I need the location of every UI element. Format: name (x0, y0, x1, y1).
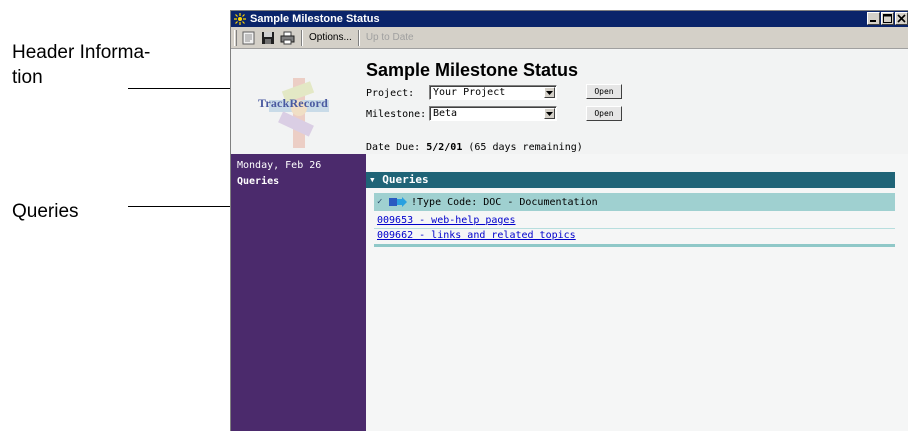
trackrecord-logo (269, 78, 329, 148)
query-item-link[interactable]: 009653 - web-help pages (374, 214, 895, 228)
project-label: Project: (366, 88, 415, 99)
logo-text: TrackRecord (258, 96, 328, 110)
close-icon[interactable] (895, 12, 908, 25)
maximize-icon[interactable] (881, 12, 894, 25)
up-to-date-button[interactable]: Up to Date (363, 32, 417, 43)
main-panel: ▾ Queries ✓ !Type Code: DOC - Documentat… (366, 154, 908, 431)
milestone-open-button[interactable]: Open (586, 106, 622, 121)
app-window: Sample Milestone Status Options... Up to… (230, 10, 908, 431)
queries-header-label: Queries (382, 173, 429, 186)
toolbar-separator (301, 29, 303, 46)
page-title: Sample Milestone Status (366, 60, 579, 80)
date-due-label: Date Due: (366, 142, 421, 153)
query-arrow-icon (389, 197, 407, 207)
date-due-line: Date Due: 5/2/01 (65 days remaining) (366, 142, 583, 153)
project-open-button[interactable]: Open (586, 84, 622, 99)
project-select-value: Your Project (433, 87, 506, 98)
title-bar[interactable]: Sample Milestone Status (231, 11, 908, 27)
sidebar: Monday, Feb 26 Queries (231, 154, 366, 431)
callout-header-line1: Header Informa- (12, 42, 151, 63)
chevron-down-icon[interactable] (544, 87, 555, 98)
window-controls (866, 12, 908, 25)
window-title: Sample Milestone Status (250, 13, 380, 25)
query-group-row[interactable]: ✓ !Type Code: DOC - Documentation (374, 193, 895, 211)
milestone-select-value: Beta (433, 108, 458, 119)
queries-footer-bar (374, 244, 895, 247)
options-button[interactable]: Options... (306, 32, 355, 43)
milestone-label: Milestone: (366, 109, 427, 120)
toolbar-grip[interactable] (234, 29, 237, 46)
chevron-down-icon[interactable] (544, 108, 555, 119)
query-item-link[interactable]: 009662 - links and related topics (374, 229, 895, 243)
queries-section-header[interactable]: ▾ Queries (366, 172, 895, 188)
sidebar-date: Monday, Feb 26 (237, 160, 322, 171)
header-information: TrackRecord Sample Milestone Status Proj… (231, 50, 908, 154)
date-due-note: (65 days remaining) (468, 142, 583, 153)
save-icon[interactable] (260, 30, 276, 46)
callout-header-line2: tion (12, 67, 43, 88)
toolbar: Options... Up to Date (231, 27, 908, 49)
date-due-value: 5/2/01 (426, 142, 463, 153)
content-area: TrackRecord Sample Milestone Status Proj… (231, 50, 908, 431)
document-icon[interactable] (241, 30, 257, 46)
toolbar-separator (357, 29, 360, 46)
print-icon[interactable] (279, 30, 295, 46)
triangle-down-icon: ▾ (369, 173, 376, 186)
sidebar-item-queries[interactable]: Queries (237, 176, 279, 187)
callout-queries: Queries (12, 201, 79, 222)
minimize-icon[interactable] (867, 12, 880, 25)
check-icon: ✓ (377, 197, 383, 207)
query-group-label: !Type Code: DOC - Documentation (411, 196, 598, 208)
callout-header-information: Header Informa- tion (12, 40, 150, 90)
project-select[interactable]: Your Project (429, 85, 557, 100)
milestone-select[interactable]: Beta (429, 106, 557, 121)
app-icon (233, 12, 247, 26)
